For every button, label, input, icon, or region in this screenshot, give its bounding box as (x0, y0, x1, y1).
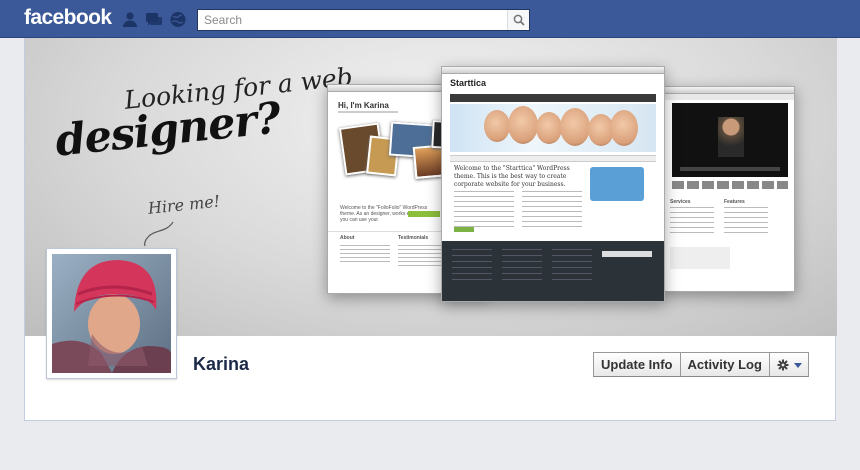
profile-picture[interactable] (46, 248, 177, 379)
friend-requests-icon[interactable] (121, 11, 139, 28)
cover-tagline-line2: designer? (53, 93, 283, 167)
gear-icon (777, 359, 789, 371)
search-icon (513, 14, 525, 26)
search-box (197, 9, 530, 31)
messages-icon[interactable] (145, 11, 163, 28)
cover-tagline-line3: Hire me! (147, 191, 221, 218)
video-player (672, 103, 788, 177)
shot-heading: Hi, I'm Karina (338, 101, 389, 110)
shot-logo: Starttica (450, 78, 487, 88)
curl-decoration-icon (144, 221, 174, 247)
shot-welcome-text: Welcome to the "Starttica" WordPress the… (454, 165, 570, 188)
top-bar: facebook (0, 0, 860, 38)
settings-dropdown-button[interactable] (769, 352, 809, 377)
search-input[interactable] (198, 10, 503, 30)
avatar (52, 254, 171, 373)
shot-services-label: Services (670, 199, 691, 205)
shot-testimonials-label: Testimonials (398, 235, 429, 241)
chevron-down-icon (793, 363, 802, 368)
shot-about-label: About (340, 235, 355, 241)
shot-features-label: Features (724, 199, 745, 205)
notifications-icon[interactable] (169, 11, 187, 28)
timeline-header: Looking for a web designer? Hire me! Hi,… (24, 38, 837, 421)
update-info-button[interactable]: Update Info (593, 352, 681, 377)
search-button[interactable] (507, 10, 529, 30)
profile-name[interactable]: Karina (193, 354, 249, 375)
portfolio-screenshot-center: Starttica Welcome to the "Starttica" Wor… (441, 66, 665, 302)
profile-actions: Update Info Activity Log (593, 352, 809, 377)
portfolio-screenshot-right: Services Features (661, 86, 795, 292)
facebook-logo[interactable]: facebook (24, 6, 112, 30)
activity-log-button[interactable]: Activity Log (680, 352, 770, 377)
